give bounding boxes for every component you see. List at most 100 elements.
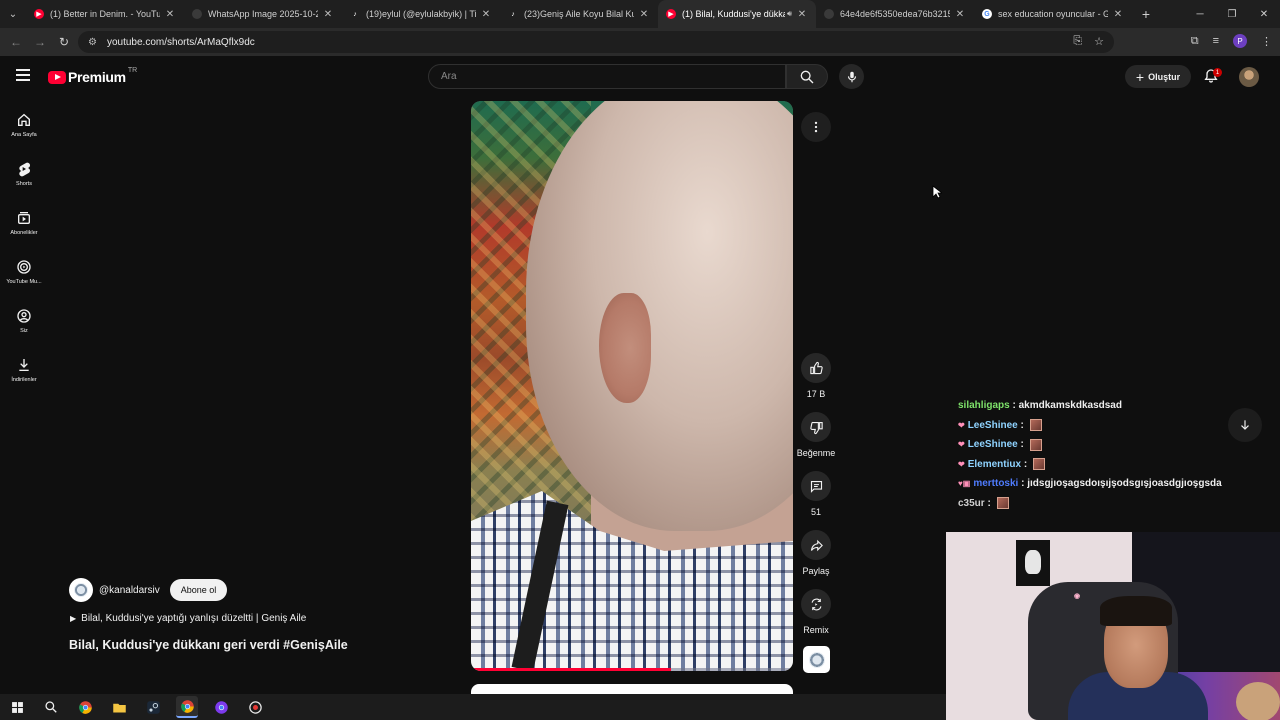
tab-title: (19)eylul (@eylulakbyik) | TikTo bbox=[366, 9, 476, 19]
plus-icon: + bbox=[1135, 68, 1145, 85]
browser-tab[interactable]: 64e4de6f5350edea76b321510 ✕ bbox=[816, 0, 974, 28]
close-tab-icon[interactable]: ✕ bbox=[954, 9, 966, 20]
sound-channel-thumbnail[interactable] bbox=[803, 646, 830, 673]
globe-icon bbox=[824, 9, 834, 19]
dislike-button[interactable] bbox=[801, 412, 831, 442]
address-bar: ← → ↻ ⚙ youtube.com/shorts/ArMaQflx9dc ⎘… bbox=[0, 28, 1280, 56]
file-explorer-icon[interactable] bbox=[108, 696, 130, 718]
guide-item-youtube-music[interactable]: YouTube Mu... bbox=[0, 247, 48, 296]
related-video-link[interactable]: ▶ Bilal, Kuddusi'ye yaptığı yanlışı düze… bbox=[70, 613, 306, 624]
restore-icon[interactable]: ❐ bbox=[1216, 0, 1248, 28]
chrome-icon[interactable] bbox=[74, 696, 96, 718]
comments-button[interactable] bbox=[801, 471, 831, 501]
guide-item-you[interactable]: Siz bbox=[0, 296, 48, 345]
close-tab-icon[interactable]: ✕ bbox=[164, 9, 176, 20]
chat-line: ♥▣ merttoski : jıdsgjıoşagsdoışıjşodsgışj… bbox=[958, 474, 1258, 494]
remix-action: Remix bbox=[796, 589, 836, 635]
dislike-label: Beğenme bbox=[796, 448, 836, 458]
url-field[interactable]: ⚙ youtube.com/shorts/ArMaQflx9dc ⎘ ☆ bbox=[78, 31, 1114, 53]
browser-tab[interactable]: ▶ (1) Better in Denim. - YouTube ✕ bbox=[26, 0, 184, 28]
chat-username: silahligaps bbox=[958, 400, 1010, 412]
taskbar-search-icon[interactable] bbox=[40, 696, 62, 718]
chrome-profile-icon[interactable] bbox=[210, 696, 232, 718]
close-tab-icon[interactable]: ✕ bbox=[322, 9, 334, 20]
youtube-logo[interactable]: Premium TR bbox=[48, 67, 137, 85]
download-icon bbox=[19, 358, 29, 371]
thumbs-up-icon bbox=[809, 361, 823, 374]
webcam-poster bbox=[1016, 540, 1050, 586]
short-video-player[interactable] bbox=[471, 101, 793, 671]
extensions-icon[interactable]: ⧉ bbox=[1191, 35, 1199, 48]
bookmark-star-icon[interactable]: ☆ bbox=[1094, 35, 1104, 48]
search-input[interactable] bbox=[441, 71, 785, 82]
youtube-icon: ▶ bbox=[34, 9, 44, 19]
close-tab-icon[interactable]: ✕ bbox=[638, 9, 650, 20]
guide-item-shorts[interactable]: Shorts bbox=[0, 149, 48, 198]
minimize-icon[interactable]: ─ bbox=[1184, 0, 1216, 28]
chat-username: merttoski bbox=[973, 478, 1019, 490]
like-button[interactable] bbox=[801, 353, 831, 383]
menu-icon[interactable] bbox=[16, 69, 30, 81]
browser-tab[interactable]: ♪ (19)eylul (@eylulakbyik) | TikTo ✕ bbox=[342, 0, 500, 28]
tab-title: WhatsApp Image 2025-10-22 a bbox=[208, 9, 318, 19]
more-options-button[interactable] bbox=[801, 112, 831, 142]
video-progress-bar[interactable] bbox=[471, 668, 793, 671]
voice-search-button[interactable] bbox=[839, 64, 864, 89]
create-label: Oluştur bbox=[1148, 71, 1181, 82]
chat-username: LeeShinee bbox=[967, 419, 1018, 431]
chat-line: ❤ Elementiux : bbox=[958, 455, 1258, 475]
omnibox-actions: ⎘ ☆ bbox=[1073, 35, 1104, 48]
chat-username: c35ur bbox=[958, 497, 985, 509]
chat-separator: : bbox=[984, 497, 994, 509]
chat-emote-icon bbox=[1029, 438, 1042, 451]
tiktok-icon: ♪ bbox=[511, 10, 515, 18]
youtube-music-icon bbox=[17, 259, 31, 274]
globe-icon bbox=[192, 9, 202, 19]
scroll-down-button[interactable] bbox=[1228, 408, 1262, 442]
guide-item-home[interactable]: Ana Sayfa bbox=[0, 100, 48, 149]
browser-menu-icon[interactable]: ⋮ bbox=[1261, 35, 1272, 48]
guide-item-downloads[interactable]: İndirilenler bbox=[0, 345, 48, 394]
dislike-action: Beğenme bbox=[796, 412, 836, 458]
browser-tab[interactable]: WhatsApp Image 2025-10-22 a ✕ bbox=[184, 0, 342, 28]
windows-start-icon[interactable] bbox=[6, 696, 28, 718]
chat-emote-icon bbox=[1032, 458, 1045, 471]
browser-tab[interactable]: G sex education oyuncular - Goo ✕ bbox=[974, 0, 1132, 28]
close-window-icon[interactable]: ✕ bbox=[1248, 0, 1280, 28]
channel-handle[interactable]: @kanaldarsiv bbox=[99, 585, 160, 596]
forward-icon[interactable]: → bbox=[28, 35, 52, 49]
account-avatar[interactable] bbox=[1239, 67, 1259, 87]
steam-icon[interactable] bbox=[142, 696, 164, 718]
subscriptions-icon bbox=[18, 211, 30, 224]
subscribe-button[interactable]: Abone ol bbox=[169, 579, 228, 601]
media-controls-icon[interactable]: ≡ bbox=[1213, 35, 1219, 47]
tiktok-icon: ♪ bbox=[353, 10, 357, 18]
back-icon[interactable]: ← bbox=[4, 35, 28, 49]
speaker-icon[interactable]: 🔊︎ bbox=[787, 9, 792, 19]
tab-search-button[interactable]: ⌄ bbox=[0, 0, 26, 28]
share-icon bbox=[810, 539, 823, 551]
remix-button[interactable] bbox=[801, 589, 831, 619]
close-tab-icon[interactable]: ✕ bbox=[480, 9, 492, 20]
tab-title: sex education oyuncular - Goo bbox=[998, 9, 1108, 19]
search-button[interactable] bbox=[786, 64, 828, 89]
chat-badge-icon: ❤ bbox=[958, 459, 965, 469]
chat-separator: : bbox=[1021, 458, 1030, 470]
site-info-icon[interactable]: ⚙ bbox=[88, 37, 97, 48]
url-text: youtube.com/shorts/ArMaQflx9dc bbox=[106, 36, 255, 48]
close-tab-icon[interactable]: ✕ bbox=[796, 9, 808, 20]
close-tab-icon[interactable]: ✕ bbox=[1112, 9, 1124, 20]
guide-item-subscriptions[interactable]: Abonelikler bbox=[0, 198, 48, 247]
webcam-person-hair bbox=[1100, 596, 1172, 626]
browser-tab-active[interactable]: ▶ (1) Bilal, Kuddusi'ye dükkan 🔊︎ ✕ bbox=[658, 0, 816, 28]
reload-icon[interactable]: ↻ bbox=[52, 35, 76, 49]
app-record-icon[interactable] bbox=[244, 696, 266, 718]
share-button[interactable] bbox=[801, 530, 831, 560]
chrome-active-icon[interactable] bbox=[176, 696, 198, 718]
profile-avatar[interactable]: P bbox=[1233, 34, 1247, 48]
install-app-icon[interactable]: ⎘ bbox=[1073, 35, 1082, 48]
channel-avatar[interactable] bbox=[69, 578, 93, 602]
create-button[interactable]: + Oluştur bbox=[1125, 65, 1191, 88]
new-tab-button[interactable]: + bbox=[1132, 6, 1160, 22]
browser-tab[interactable]: ♪ (23)Geniş Aile Koyu Bilal Kuruy ✕ bbox=[500, 0, 658, 28]
